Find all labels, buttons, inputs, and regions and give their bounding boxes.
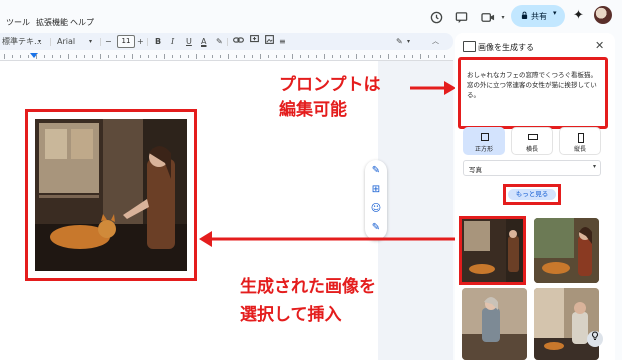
- prompt-text[interactable]: おしゃれなカフェの窓際でくつろぐ看板猫。窓の外に立つ常連客の女性が猫に挨拶してい…: [467, 70, 599, 100]
- shape-landscape-button[interactable]: 横長: [511, 127, 553, 155]
- arrow-to-image-icon: [199, 231, 462, 247]
- style-select[interactable]: 写真 ▾: [463, 160, 601, 176]
- generated-image-thumbnail[interactable]: [534, 218, 599, 283]
- arrow-to-prompt-icon: [410, 81, 456, 95]
- close-icon[interactable]: ✕: [595, 39, 604, 52]
- shape-label: 縦長: [573, 146, 586, 153]
- generated-image-thumbnail[interactable]: [534, 288, 599, 360]
- shape-portrait-button[interactable]: 縦長: [559, 127, 601, 155]
- prompt-input[interactable]: おしゃれなカフェの窓際でくつろぐ看板猫。窓の外に立つ常連客の女性が猫に挨拶してい…: [458, 57, 608, 129]
- shape-label: 正方形: [474, 146, 493, 153]
- chevron-down-icon: ▾: [592, 163, 596, 170]
- panel-title: 画像を生成する: [478, 43, 534, 52]
- landscape-icon: [528, 134, 538, 140]
- generated-image-thumbnail[interactable]: [462, 288, 527, 360]
- image-icon: [463, 41, 476, 52]
- more-button-highlight: もっと見る: [503, 184, 561, 205]
- shape-label: 横長: [525, 146, 538, 153]
- more-button[interactable]: もっと見る: [508, 189, 556, 200]
- style-value: 写真: [469, 166, 482, 174]
- shape-square-button[interactable]: 正方形: [463, 127, 505, 155]
- generated-image-thumbnail[interactable]: [459, 216, 526, 285]
- generate-image-panel: 画像を生成する ✕ おしゃれなカフェの窓際でくつろぐ看板猫。窓の外に立つ常連客の…: [455, 33, 615, 360]
- square-icon: [481, 133, 489, 141]
- portrait-icon: [578, 133, 584, 143]
- help-icon[interactable]: [587, 331, 603, 347]
